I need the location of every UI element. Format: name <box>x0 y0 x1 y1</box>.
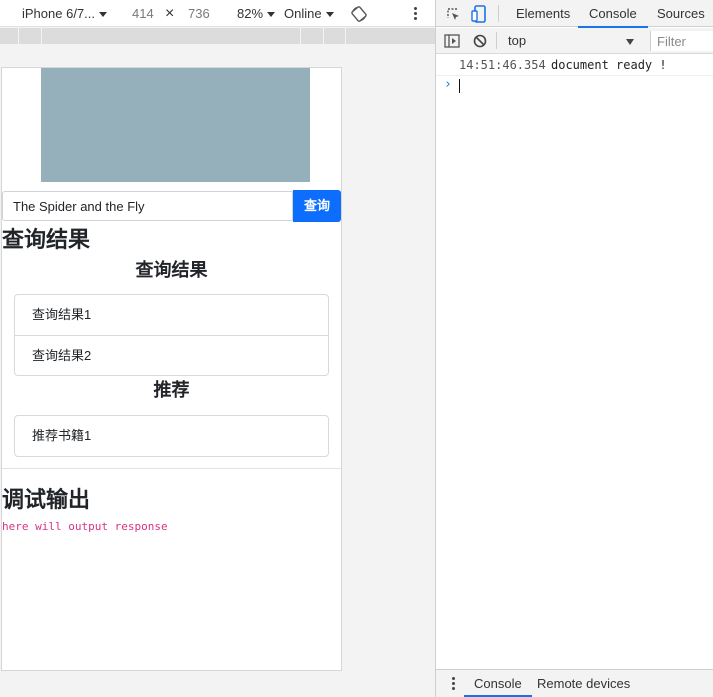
context-select[interactable]: top <box>502 28 642 53</box>
drawer-tab-remote-devices[interactable]: Remote devices <box>537 670 630 697</box>
console-toolbar: top <box>436 28 713 54</box>
devtools-panel: Elements Console Sources top 14:51:46.35… <box>436 0 713 697</box>
tab-elements[interactable]: Elements <box>516 0 570 27</box>
context-value: top <box>508 33 527 48</box>
banner-image <box>41 68 310 182</box>
prompt-chevron-icon: › <box>444 77 452 92</box>
console-log-row: 14:51:46.354 document ready ! <box>436 55 713 76</box>
log-timestamp: 14:51:46.354 <box>459 58 546 72</box>
network-throttle-select[interactable]: Online <box>284 0 334 27</box>
tab-console[interactable]: Console <box>578 0 648 28</box>
devtools-tabbar: Elements Console Sources <box>436 0 713 28</box>
zoom-value: 82% <box>237 6 264 21</box>
device-toolbar: iPhone 6/7... 414 × 736 82% Online <box>0 0 435 27</box>
media-query-segment[interactable] <box>300 28 301 44</box>
network-value: Online <box>284 6 322 21</box>
device-name: iPhone 6/7... <box>22 6 95 21</box>
drawer-tab-console[interactable]: Console <box>464 670 532 697</box>
search-input[interactable] <box>2 191 293 221</box>
log-message: document ready ! <box>551 58 667 72</box>
list-item[interactable]: 查询结果2 <box>15 335 328 375</box>
rotate-icon[interactable] <box>351 4 367 22</box>
filter-input[interactable] <box>650 31 713 51</box>
list-item[interactable]: 推荐书籍1 <box>15 416 328 456</box>
device-height-field[interactable]: 736 <box>188 0 210 27</box>
sidebar-toggle-icon[interactable] <box>443 28 461 54</box>
chevron-down-icon <box>99 12 107 18</box>
clear-console-icon[interactable] <box>471 28 489 54</box>
list-item[interactable]: 查询结果1 <box>15 295 328 335</box>
chevron-down-icon <box>267 12 276 18</box>
device-emulation-pane: iPhone 6/7... 414 × 736 82% Online The S… <box>0 0 435 697</box>
tab-sources[interactable]: Sources <box>657 0 705 27</box>
media-query-segment[interactable] <box>345 28 346 44</box>
results-heading: 查询结果 <box>2 227 91 252</box>
drawer-tabbar: Console Remote devices <box>436 669 713 697</box>
chevron-down-icon <box>626 39 634 45</box>
recommend-title: 推荐 <box>153 380 190 400</box>
dimension-separator: × <box>165 5 175 22</box>
search-button[interactable]: 查询 <box>293 190 341 222</box>
device-viewport: 查询 查询结果 查询结果 查询结果1 查询结果2 推荐 推荐书籍1 调试输出 h… <box>1 67 342 671</box>
zoom-select[interactable]: 82% <box>237 0 276 27</box>
results-subtitle: 查询结果 <box>135 260 208 280</box>
device-width-field[interactable]: 414 <box>132 0 154 27</box>
recommend-list: 推荐书籍1 <box>14 415 329 457</box>
toolbar-separator <box>498 5 499 22</box>
toolbar-separator <box>496 32 497 49</box>
divider <box>2 468 341 469</box>
media-query-segment[interactable] <box>18 28 19 44</box>
device-toggle-icon[interactable] <box>470 0 488 27</box>
device-select[interactable]: iPhone 6/7... <box>22 0 107 27</box>
chevron-down-icon <box>325 12 334 18</box>
console-output[interactable]: 14:51:46.354 document ready ! › <box>436 55 713 669</box>
media-query-segment[interactable] <box>323 28 324 44</box>
media-query-bar[interactable] <box>0 28 435 44</box>
drawer-menu-icon[interactable] <box>450 670 456 697</box>
debug-heading: 调试输出 <box>2 487 91 512</box>
media-query-segment[interactable] <box>41 28 42 44</box>
results-list: 查询结果1 查询结果2 <box>14 294 329 376</box>
inspect-element-icon[interactable] <box>444 0 462 27</box>
console-prompt-input[interactable] <box>459 79 460 93</box>
more-options-icon[interactable] <box>414 7 417 21</box>
debug-output: here will output response <box>2 520 168 533</box>
